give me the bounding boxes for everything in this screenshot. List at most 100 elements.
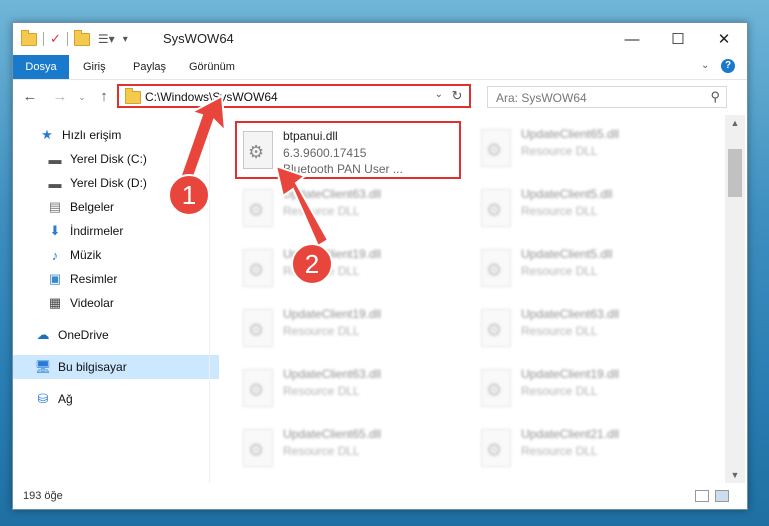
video-icon: ▦ bbox=[48, 295, 62, 310]
large-icons-view-icon[interactable] bbox=[715, 490, 729, 502]
quick-access-toolbar: ✓ ☰▾ ▾ bbox=[21, 29, 128, 47]
file-version: Resource DLL bbox=[521, 204, 598, 218]
toolbar-divider bbox=[43, 32, 44, 46]
drive-icon: ▬ bbox=[48, 151, 62, 167]
maximize-button[interactable]: ☐ bbox=[655, 23, 701, 55]
address-dropdown-icon[interactable]: ⌄ bbox=[435, 89, 443, 100]
search-icon[interactable]: ⚲ bbox=[710, 89, 720, 105]
file-version: Resource DLL bbox=[283, 324, 360, 338]
dll-file-icon: ⚙ bbox=[481, 249, 511, 287]
file-name: UpdateClient19.dll bbox=[283, 247, 382, 261]
sidebar-item-label: Ağ bbox=[58, 392, 73, 406]
sidebar-item-label: Yerel Disk (D:) bbox=[70, 176, 147, 190]
folder-icon bbox=[21, 29, 37, 46]
file-tile[interactable]: ⚙ UpdateClient5.dll Resource DLL bbox=[475, 181, 705, 237]
dll-file-icon: ⚙ bbox=[481, 189, 511, 227]
file-version: Resource DLL bbox=[283, 204, 360, 218]
dll-file-icon: ⚙ bbox=[243, 429, 273, 467]
dll-file-icon: ⚙ bbox=[481, 369, 511, 407]
download-icon: ⬇ bbox=[49, 223, 61, 238]
file-name: UpdateClient5.dll bbox=[521, 187, 613, 201]
file-tile[interactable]: ⚙ UpdateClient65.dll Resource DLL bbox=[475, 121, 705, 177]
address-bar[interactable]: C:\Windows\SysWOW64 ⌄ ↻ bbox=[117, 84, 471, 108]
vertical-scrollbar[interactable]: ▲ ▼ bbox=[725, 115, 745, 483]
file-version: Resource DLL bbox=[283, 384, 360, 398]
tab-file[interactable]: Dosya bbox=[13, 55, 69, 79]
scroll-down-icon[interactable]: ▼ bbox=[725, 467, 745, 483]
navigation-pane: ★ Hızlı erişim ▬ Yerel Disk (C:) ▬ Yerel… bbox=[13, 115, 237, 483]
document-icon: ▤ bbox=[48, 199, 62, 214]
sidebar-item-label: Bu bilgisayar bbox=[58, 360, 127, 374]
file-version: Resource DLL bbox=[521, 144, 598, 158]
pictures-icon: ▣ bbox=[48, 271, 62, 286]
file-name: btpanui.dll bbox=[283, 129, 338, 143]
refresh-icon[interactable]: ↻ bbox=[449, 88, 465, 104]
file-name: UpdateClient21.dll bbox=[521, 427, 620, 441]
dll-file-icon: ⚙ bbox=[243, 369, 273, 407]
search-input[interactable]: Ara: SysWOW64 ⚲ bbox=[487, 86, 727, 108]
folder-icon bbox=[125, 88, 141, 104]
customize-toolbar-icon[interactable]: ▾ bbox=[123, 34, 128, 45]
properties-icon[interactable]: ✓ bbox=[50, 31, 61, 47]
music-icon: ♪ bbox=[51, 247, 59, 263]
file-tile[interactable]: ⚙ UpdateClient19.dll Resource DLL bbox=[237, 301, 467, 357]
network-icon: ⛁ bbox=[37, 391, 49, 406]
status-bar: 193 öğe bbox=[13, 485, 747, 509]
file-name: UpdateClient65.dll bbox=[521, 127, 620, 141]
file-tile[interactable]: ⚙ UpdateClient19.dll Resource DLL bbox=[237, 241, 467, 297]
close-button[interactable]: ✕ bbox=[701, 23, 747, 55]
tab-home[interactable]: Giriş bbox=[73, 55, 116, 79]
pane-divider[interactable] bbox=[209, 115, 210, 483]
file-version: Resource DLL bbox=[283, 264, 360, 278]
dll-file-icon: ⚙ bbox=[243, 309, 273, 347]
sidebar-item-quick-access[interactable]: ★ Hızlı erişim bbox=[13, 123, 235, 147]
dll-file-icon: ⚙ bbox=[481, 309, 511, 347]
file-tile[interactable]: ⚙ UpdateClient21.dll Resource DLL bbox=[475, 421, 705, 477]
sidebar-item-label: Belgeler bbox=[70, 200, 115, 214]
file-name: UpdateClient19.dll bbox=[521, 367, 620, 381]
file-tile[interactable]: ⚙ UpdateClient63.dll Resource DLL bbox=[237, 181, 467, 237]
sidebar-item-this-pc[interactable]: 🖥 Bu bilgisayar bbox=[13, 355, 231, 379]
minimize-button[interactable]: — bbox=[609, 23, 655, 55]
back-button[interactable]: ← bbox=[21, 88, 39, 106]
recent-locations-button[interactable]: ⌄ bbox=[73, 88, 91, 106]
file-tile[interactable]: ⚙ UpdateClient19.dll Resource DLL bbox=[475, 361, 705, 417]
address-path[interactable]: C:\Windows\SysWOW64 bbox=[145, 90, 278, 104]
sidebar-item-label: Yerel Disk (C:) bbox=[70, 152, 147, 166]
ribbon-tabs: Dosya Giriş Paylaş Görünüm ⌄ ? bbox=[13, 55, 747, 80]
star-icon: ★ bbox=[41, 127, 53, 142]
file-tile[interactable]: ⚙ UpdateClient5.dll Resource DLL bbox=[475, 241, 705, 297]
file-name: UpdateClient65.dll bbox=[283, 427, 382, 441]
file-name: UpdateClient63.dll bbox=[521, 307, 620, 321]
explorer-window: ✓ ☰▾ ▾ SysWOW64 — ☐ ✕ Dosya Giriş Paylaş… bbox=[12, 22, 748, 510]
file-tile[interactable]: ⚙ UpdateClient63.dll Resource DLL bbox=[475, 301, 705, 357]
tab-view[interactable]: Görünüm bbox=[179, 55, 245, 79]
new-folder-icon[interactable] bbox=[73, 29, 90, 46]
view-menu-icon[interactable]: ☰▾ bbox=[98, 32, 115, 46]
file-version: Resource DLL bbox=[521, 264, 598, 278]
forward-button[interactable]: → bbox=[51, 88, 69, 106]
file-tile[interactable]: ⚙ UpdateClient65.dll Resource DLL bbox=[237, 421, 467, 477]
up-button[interactable]: ↑ bbox=[95, 88, 113, 106]
details-view-icon[interactable] bbox=[695, 490, 709, 502]
cloud-icon: ☁ bbox=[36, 327, 50, 342]
file-tile[interactable]: ⚙ UpdateClient63.dll Resource DLL bbox=[237, 361, 467, 417]
sidebar-item-label: İndirmeler bbox=[70, 224, 124, 238]
scroll-up-icon[interactable]: ▲ bbox=[725, 115, 745, 131]
expand-ribbon-icon[interactable]: ⌄ bbox=[701, 60, 709, 71]
file-version: Resource DLL bbox=[521, 384, 598, 398]
tab-share[interactable]: Paylaş bbox=[123, 55, 176, 79]
sidebar-item-label: OneDrive bbox=[58, 328, 109, 342]
scrollbar-thumb[interactable] bbox=[728, 149, 742, 197]
sidebar-item-label: Videolar bbox=[70, 296, 114, 310]
file-version: Resource DLL bbox=[521, 444, 598, 458]
file-name: UpdateClient5.dll bbox=[521, 247, 613, 261]
sidebar-item-onedrive[interactable]: ☁ OneDrive bbox=[13, 323, 231, 347]
file-version: Resource DLL bbox=[283, 444, 360, 458]
dll-file-icon: ⚙ bbox=[243, 189, 273, 227]
sidebar-item-network[interactable]: ⛁ Ağ bbox=[13, 387, 231, 411]
help-icon[interactable]: ? bbox=[721, 59, 735, 73]
file-tile-selected[interactable]: ⚙ btpanui.dll 6.3.9600.17415 Bluetooth P… bbox=[235, 121, 461, 179]
file-version: Resource DLL bbox=[521, 324, 598, 338]
file-name: UpdateClient19.dll bbox=[283, 307, 382, 321]
